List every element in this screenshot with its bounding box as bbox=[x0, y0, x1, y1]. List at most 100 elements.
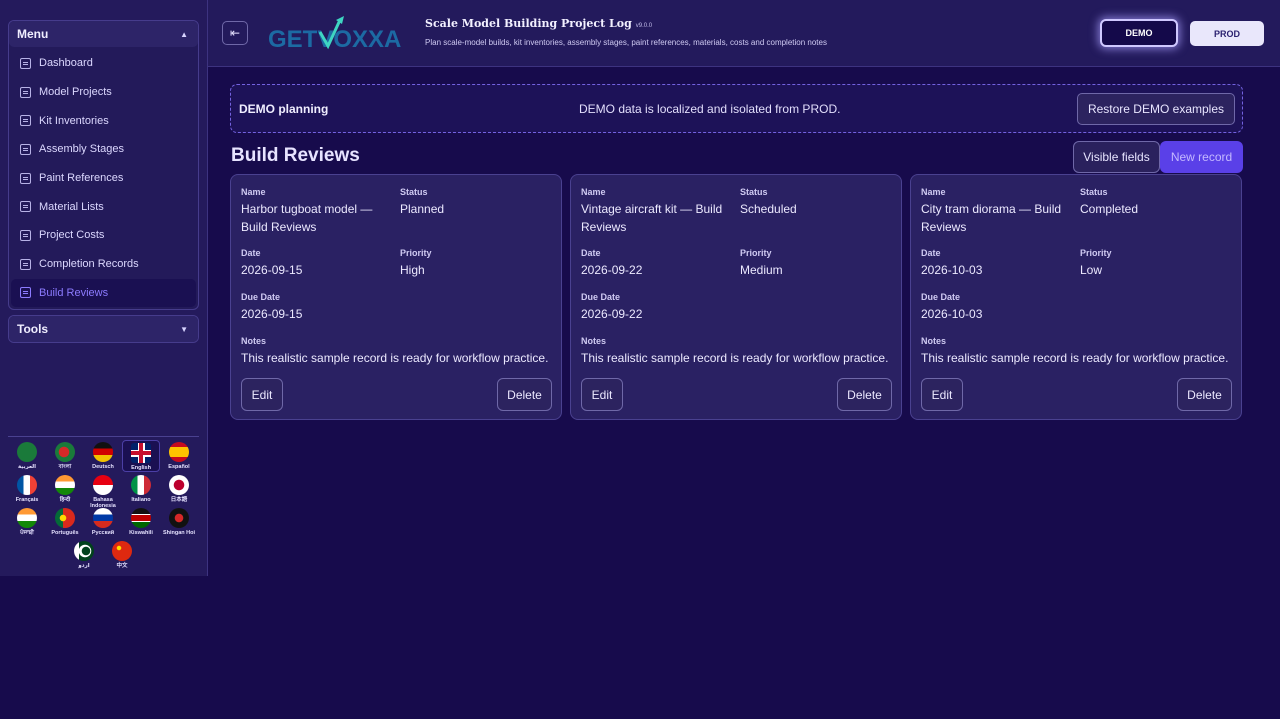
language-hindi[interactable]: हिन्दी bbox=[46, 475, 84, 503]
language-urdu[interactable]: اردو bbox=[65, 541, 103, 569]
language-swahili[interactable]: Kiswahili bbox=[122, 508, 160, 536]
header: ⇤ GETVOXXA Scale Model Building Project … bbox=[208, 0, 1280, 67]
bangladesh-flag-icon bbox=[55, 442, 75, 462]
document-icon bbox=[20, 86, 31, 98]
language-german[interactable]: Deutsch bbox=[84, 442, 122, 470]
notes-value: This realistic sample record is ready fo… bbox=[241, 351, 549, 365]
language-label: اردو bbox=[78, 563, 90, 569]
uk-flag-icon bbox=[131, 443, 151, 463]
due-date-label: Due Date bbox=[581, 292, 621, 302]
japan-flag-icon bbox=[169, 475, 189, 495]
sidebar-item-project-costs[interactable]: Project Costs bbox=[11, 221, 196, 250]
language-label: 日本語 bbox=[170, 497, 188, 503]
spain-flag-icon bbox=[169, 442, 189, 462]
emblem-flag-icon bbox=[169, 508, 189, 528]
prod-button[interactable]: PROD bbox=[1190, 21, 1264, 46]
tools-toggle[interactable]: Tools ▼ bbox=[9, 316, 198, 342]
status-value: Scheduled bbox=[740, 202, 797, 216]
language-portuguese[interactable]: Português bbox=[46, 508, 84, 536]
priority-label: Priority bbox=[1080, 248, 1112, 258]
sidebar-item-model-projects[interactable]: Model Projects bbox=[11, 78, 196, 107]
sidebar-item-dashboard[interactable]: Dashboard bbox=[11, 49, 196, 78]
language-label: Español bbox=[168, 464, 190, 470]
sidebar-item-label: Project Costs bbox=[39, 229, 105, 242]
edit-button[interactable]: Edit bbox=[921, 378, 963, 411]
document-icon bbox=[20, 201, 31, 213]
name-label: Name bbox=[581, 187, 606, 197]
language-label: 中文 bbox=[116, 563, 128, 569]
language-label: العربية bbox=[17, 464, 37, 470]
document-icon bbox=[20, 258, 31, 270]
language-indonesian[interactable]: Bahasa Indonesia bbox=[84, 475, 122, 509]
restore-demo-button[interactable]: Restore DEMO examples bbox=[1076, 93, 1235, 125]
edit-button[interactable]: Edit bbox=[241, 378, 283, 411]
sidebar-item-label: Paint References bbox=[39, 172, 124, 185]
divider bbox=[8, 436, 199, 437]
kenya-flag-icon bbox=[131, 508, 151, 528]
new-record-button[interactable]: New record bbox=[1160, 141, 1243, 173]
portugal-flag-icon bbox=[55, 508, 75, 528]
edit-button[interactable]: Edit bbox=[581, 378, 623, 411]
sidebar-item-label: Completion Records bbox=[39, 258, 139, 271]
due-date-value: 2026-09-22 bbox=[581, 307, 643, 321]
notes-label: Notes bbox=[241, 336, 267, 346]
language-shingan-hoi[interactable]: Shingan Hoi bbox=[160, 508, 198, 536]
page-title: Build Reviews bbox=[231, 145, 360, 166]
language-russian[interactable]: Русский bbox=[84, 508, 122, 536]
menu-toggle[interactable]: Menu ▲ bbox=[9, 21, 198, 47]
sidebar-item-build-reviews[interactable]: Build Reviews bbox=[11, 278, 196, 308]
russia-flag-icon bbox=[93, 508, 113, 528]
language-label: বাংলা bbox=[58, 464, 72, 470]
notes-value: This realistic sample record is ready fo… bbox=[921, 351, 1229, 365]
language-arabic[interactable]: العربية bbox=[8, 442, 46, 470]
china-flag-icon bbox=[112, 541, 132, 561]
notes-value: This realistic sample record is ready fo… bbox=[581, 351, 889, 365]
date-label: Date bbox=[241, 248, 261, 258]
demo-banner: DEMO planning DEMO data is localized and… bbox=[230, 84, 1243, 133]
due-date-value: 2026-10-03 bbox=[921, 307, 983, 321]
sidebar-item-material-lists[interactable]: Material Lists bbox=[11, 192, 196, 221]
language-label: Русский bbox=[91, 530, 115, 536]
sidebar-item-paint-references[interactable]: Paint References bbox=[11, 164, 196, 193]
language-label: Italiano bbox=[131, 497, 151, 503]
visible-fields-button[interactable]: Visible fields bbox=[1073, 141, 1160, 173]
language-japanese[interactable]: 日本語 bbox=[160, 475, 198, 503]
chevron-down-icon: ▼ bbox=[180, 324, 188, 334]
collapse-sidebar-button[interactable]: ⇤ bbox=[222, 21, 248, 45]
language-chinese[interactable]: 中文 bbox=[103, 541, 141, 569]
document-icon bbox=[20, 143, 31, 155]
language-spanish[interactable]: Español bbox=[160, 442, 198, 470]
priority-value: Medium bbox=[740, 263, 783, 277]
status-label: Status bbox=[740, 187, 768, 197]
priority-value: Low bbox=[1080, 263, 1103, 277]
demo-button[interactable]: DEMO bbox=[1100, 19, 1178, 47]
sidebar-item-assembly-stages[interactable]: Assembly Stages bbox=[11, 135, 196, 164]
tools-panel: Tools ▼ bbox=[8, 315, 199, 343]
status-value: Planned bbox=[400, 202, 445, 216]
language-french[interactable]: Français bbox=[8, 475, 46, 503]
delete-button[interactable]: Delete bbox=[1177, 378, 1232, 411]
record-card: Name City tram diorama — Build Reviews S… bbox=[910, 174, 1242, 420]
document-icon bbox=[20, 229, 31, 241]
sidebar-item-completion-records[interactable]: Completion Records bbox=[11, 250, 196, 279]
france-flag-icon bbox=[17, 475, 37, 495]
chevron-up-icon: ▲ bbox=[180, 29, 188, 39]
document-icon bbox=[20, 115, 31, 127]
sidebar-item-label: Assembly Stages bbox=[39, 143, 124, 156]
status-value: Completed bbox=[1080, 202, 1139, 216]
logo: GETVOXXA bbox=[268, 16, 401, 53]
delete-button[interactable]: Delete bbox=[497, 378, 552, 411]
sidebar-collapse-icon: ⇤ bbox=[229, 26, 241, 40]
app-title: Scale Model Building Project Log v9.0.0 bbox=[425, 17, 652, 30]
language-punjabi[interactable]: ਪੰਜਾਬੀ bbox=[8, 508, 46, 536]
delete-button[interactable]: Delete bbox=[837, 378, 892, 411]
date-value: 2026-09-15 bbox=[241, 263, 303, 277]
language-label: Português bbox=[51, 530, 79, 536]
status-label: Status bbox=[400, 187, 428, 197]
language-bengali[interactable]: বাংলা bbox=[46, 442, 84, 470]
app-title-text: Scale Model Building Project Log bbox=[425, 17, 632, 30]
sidebar-item-kit-inventories[interactable]: Kit Inventories bbox=[11, 106, 196, 135]
language-italian[interactable]: Italiano bbox=[122, 475, 160, 503]
language-english[interactable]: English bbox=[122, 440, 160, 472]
language-label: Shingan Hoi bbox=[162, 530, 196, 536]
